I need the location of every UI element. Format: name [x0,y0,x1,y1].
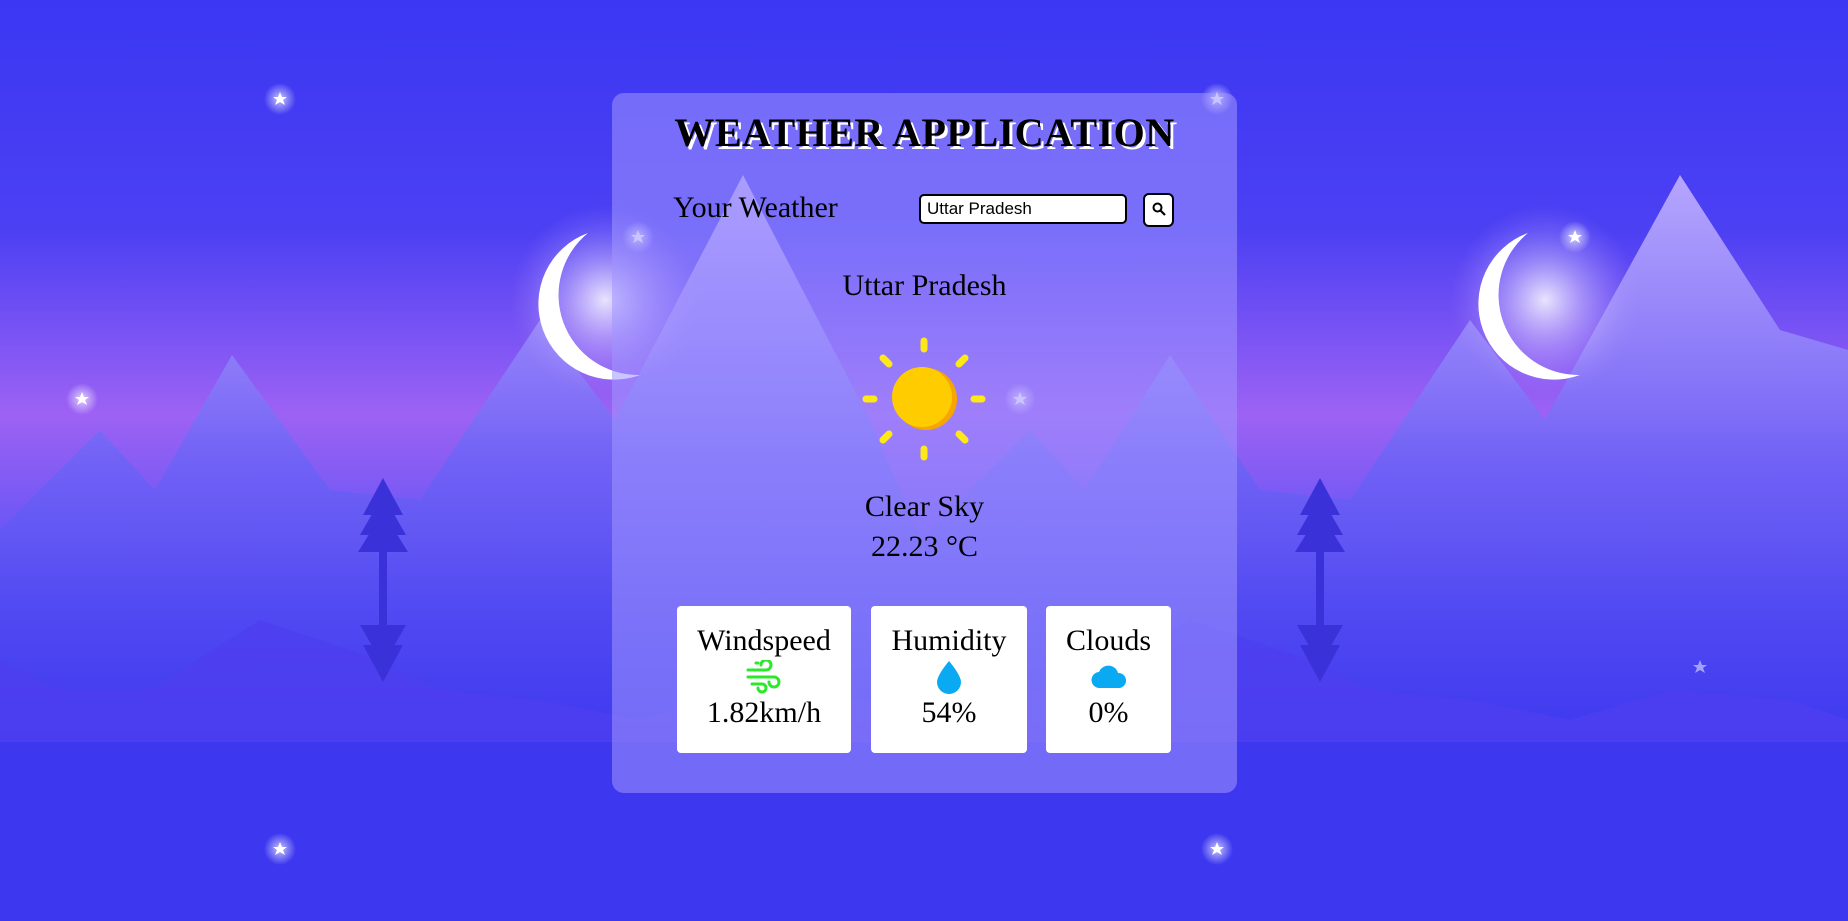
weather-card: WEATHER APPLICATION Your Weather Uttar P… [612,93,1237,793]
search-icon [1152,202,1166,216]
clouds-value: 0% [1088,696,1129,729]
windspeed-label: Windspeed [697,624,831,657]
humidity-card: Humidity 54% [871,606,1027,753]
weather-description: Clear Sky [864,490,985,523]
windspeed-card: Windspeed 1.82km/h [677,606,851,753]
cloud-icon [1090,665,1126,689]
windspeed-value: 1.82km/h [706,696,822,729]
wind-icon [746,660,781,694]
clouds-card: Clouds 0% [1046,606,1171,753]
humidity-label: Humidity [891,624,1007,657]
city-name: Uttar Pradesh [842,269,1007,302]
droplet-icon [937,661,961,694]
clouds-label: Clouds [1065,624,1152,657]
app-title: WEATHER APPLICATION [674,110,1175,155]
temperature: 22.23 °C [870,530,978,563]
humidity-value: 54% [921,696,977,729]
search-input[interactable] [919,194,1127,224]
search-button[interactable] [1143,193,1174,227]
search-label: Your Weather [673,191,838,224]
sun-icon [862,337,986,461]
